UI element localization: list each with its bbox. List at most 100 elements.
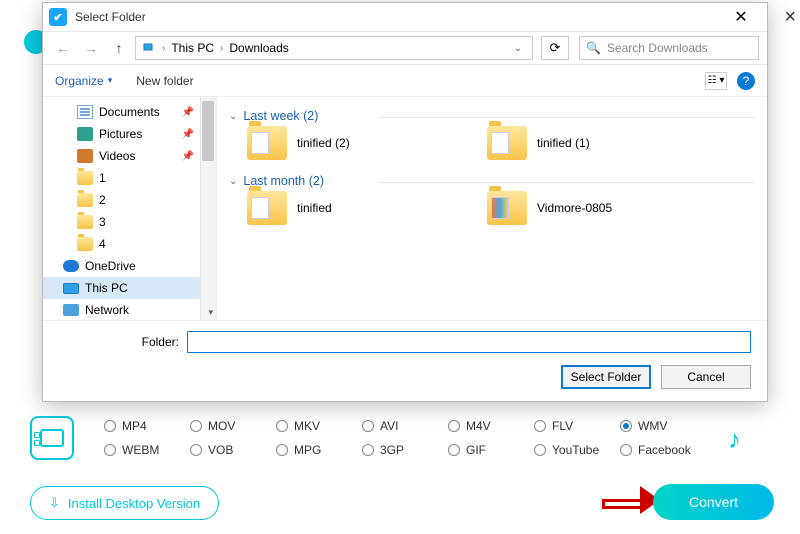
nav-up-button[interactable]: ↑: [107, 36, 131, 60]
tree-node-1[interactable]: 1: [43, 167, 216, 189]
format-label: MP4: [122, 419, 147, 433]
folder-name-input[interactable]: [187, 331, 751, 353]
format-m4v[interactable]: M4V: [448, 419, 530, 433]
folder-icon: [77, 237, 93, 251]
select-folder-button[interactable]: Select Folder: [561, 365, 651, 389]
folder-item[interactable]: Vidmore-0805: [487, 191, 687, 225]
chevron-down-icon: ⌄: [229, 176, 237, 187]
dialog-toolbar: Organize ▾ New folder ☷ ▾ ?: [43, 65, 767, 97]
chevron-right-icon: ›: [220, 43, 223, 54]
dialog-close-button[interactable]: ✕: [721, 7, 761, 27]
help-button[interactable]: ?: [737, 72, 755, 90]
folder-icon: [487, 126, 527, 160]
view-options-button[interactable]: ☷ ▾: [705, 72, 727, 90]
format-label: 3GP: [380, 443, 404, 457]
format-label: WEBM: [122, 443, 159, 457]
install-desktop-button[interactable]: ⇩ Install Desktop Version: [30, 486, 219, 520]
convert-button[interactable]: Convert: [653, 484, 774, 520]
radio-icon: [448, 420, 460, 432]
refresh-button[interactable]: ⟳: [541, 36, 569, 60]
breadcrumb-bar[interactable]: › This PC › Downloads ⌄: [135, 36, 533, 60]
folder-tree[interactable]: ▾ Documents📌Pictures📌Videos📌 1 2 3 4 OneDrive…: [43, 97, 217, 320]
breadcrumb-root[interactable]: This PC: [171, 41, 214, 55]
tree-node-label: This PC: [85, 281, 128, 295]
tree-node-2[interactable]: 2: [43, 189, 216, 211]
dialog-title: Select Folder: [75, 10, 721, 24]
format-mov[interactable]: MOV: [190, 419, 272, 433]
folder-icon: [77, 193, 93, 207]
format-3gp[interactable]: 3GP: [362, 443, 444, 457]
folder-content-pane[interactable]: ⌄Last week (2)tinified (2)tinified (1)⌄L…: [217, 97, 767, 320]
format-wmv[interactable]: WMV: [620, 419, 702, 433]
scroll-down-icon[interactable]: ▾: [208, 307, 213, 318]
folder-item[interactable]: tinified (2): [247, 126, 447, 160]
search-placeholder: Search Downloads: [607, 41, 708, 55]
radio-icon: [534, 444, 546, 456]
tree-node-network[interactable]: Network: [43, 299, 216, 320]
tree-node-label: 4: [99, 237, 106, 251]
radio-icon: [104, 444, 116, 456]
format-youtube[interactable]: YouTube: [534, 443, 616, 457]
format-mp4[interactable]: MP4: [104, 419, 186, 433]
search-icon: 🔍: [586, 41, 601, 55]
folder-field-label: Folder:: [59, 335, 179, 349]
folder-icon: [77, 215, 93, 229]
folder-item[interactable]: tinified (1): [487, 126, 687, 160]
folder-icon: [247, 191, 287, 225]
format-flv[interactable]: FLV: [534, 419, 616, 433]
dialog-titlebar: ✔ Select Folder ✕: [43, 3, 767, 31]
breadcrumb-dropdown-icon[interactable]: ⌄: [508, 43, 528, 54]
format-facebook[interactable]: Facebook: [620, 443, 702, 457]
tree-node-onedrive[interactable]: OneDrive: [43, 255, 216, 277]
tree-node-this-pc[interactable]: This PC: [43, 277, 216, 299]
search-input[interactable]: 🔍 Search Downloads: [579, 36, 759, 60]
tree-node-4[interactable]: 4: [43, 233, 216, 255]
tree-node-label: 1: [99, 171, 106, 185]
format-mpg[interactable]: MPG: [276, 443, 358, 457]
format-webm[interactable]: WEBM: [104, 443, 186, 457]
tree-scrollbar[interactable]: ▾: [200, 97, 216, 320]
chevron-down-icon: ⌄: [229, 111, 237, 122]
cancel-button[interactable]: Cancel: [661, 365, 751, 389]
tree-node-pictures[interactable]: Pictures📌: [43, 123, 216, 145]
breadcrumb-path[interactable]: Downloads: [229, 41, 288, 55]
folder-icon: [487, 191, 527, 225]
organize-menu[interactable]: Organize ▾: [55, 74, 112, 88]
folder-item-label: tinified: [297, 201, 332, 215]
nav-forward-button[interactable]: →: [79, 36, 103, 60]
folder-item[interactable]: tinified: [247, 191, 447, 225]
format-label: VOB: [208, 443, 233, 457]
format-label: MKV: [294, 419, 320, 433]
format-label: M4V: [466, 419, 491, 433]
tree-node-label: 2: [99, 193, 106, 207]
radio-icon: [362, 444, 374, 456]
format-avi[interactable]: AVI: [362, 419, 444, 433]
format-label: GIF: [466, 443, 486, 457]
audio-category-icon[interactable]: ♪: [728, 424, 760, 456]
format-label: MPG: [294, 443, 321, 457]
scrollbar-thumb[interactable]: [202, 101, 214, 161]
folder-item-label: Vidmore-0805: [537, 201, 612, 215]
tree-node-3[interactable]: 3: [43, 211, 216, 233]
chevron-down-icon: ▾: [108, 75, 113, 86]
select-folder-dialog: ✔ Select Folder ✕ ← → ↑ › This PC › Down…: [42, 2, 768, 402]
video-category-icon[interactable]: [30, 416, 74, 460]
radio-icon: [620, 420, 632, 432]
pc-icon: [63, 283, 79, 294]
new-folder-button[interactable]: New folder: [136, 74, 193, 88]
format-vob[interactable]: VOB: [190, 443, 272, 457]
format-mkv[interactable]: MKV: [276, 419, 358, 433]
doc-icon: [77, 105, 93, 119]
pin-icon: 📌: [182, 129, 194, 140]
nav-back-button[interactable]: ←: [51, 36, 75, 60]
bg-close-button[interactable]: ×: [784, 6, 796, 29]
radio-icon: [362, 420, 374, 432]
tree-node-videos[interactable]: Videos📌: [43, 145, 216, 167]
folder-icon: [247, 126, 287, 160]
pin-icon: 📌: [182, 107, 194, 118]
format-selector-row: MP4 MOV MKV AVI M4V FLV WMV WEBM VOB MPG 3GP GIF You…: [30, 416, 770, 460]
tree-node-documents[interactable]: Documents📌: [43, 101, 216, 123]
radio-icon: [534, 420, 546, 432]
format-gif[interactable]: GIF: [448, 443, 530, 457]
folder-icon: [77, 171, 93, 185]
